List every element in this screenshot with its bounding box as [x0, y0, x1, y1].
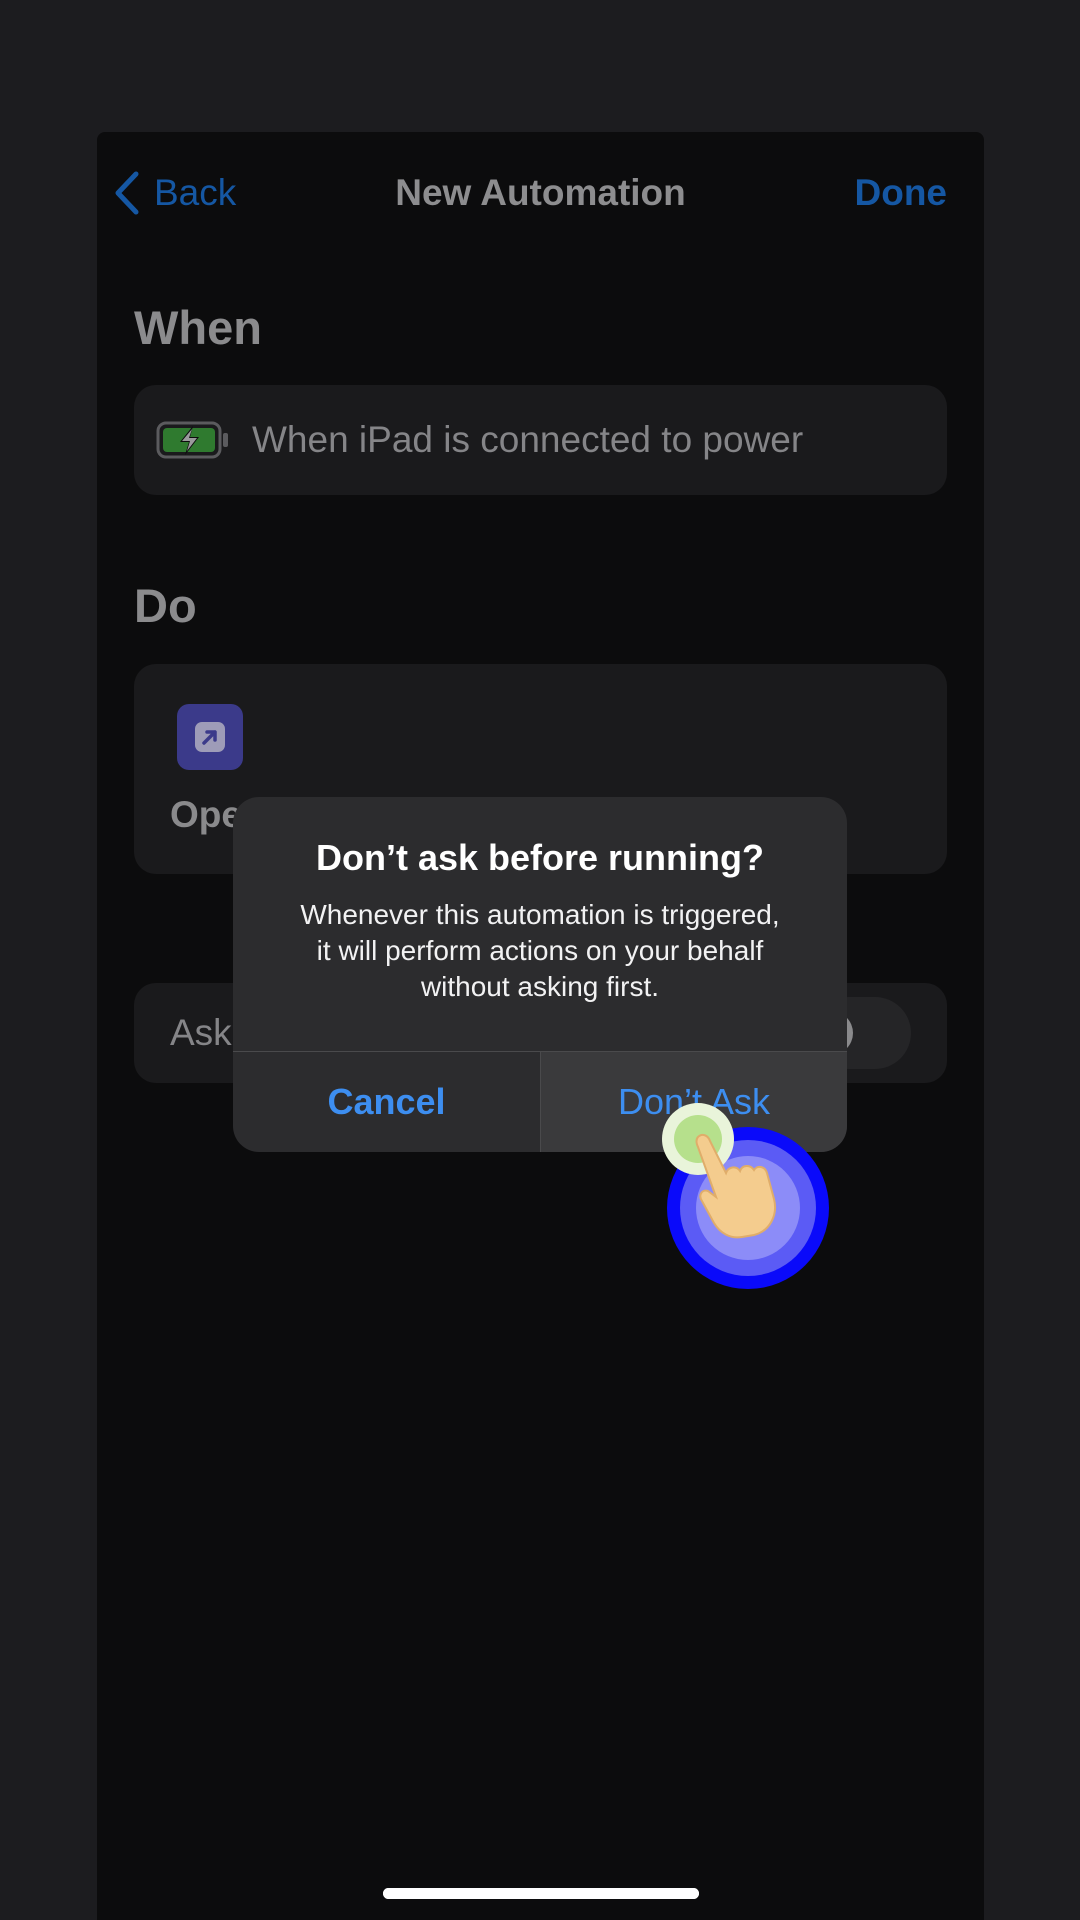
- dialog-message: Whenever this automation is triggered, i…: [263, 897, 817, 1005]
- dialog-title: Don’t ask before running?: [315, 837, 764, 878]
- dialog-message-line: without asking first.: [420, 971, 660, 1002]
- open-app-icon: [177, 704, 243, 770]
- do-heading: Do: [134, 579, 197, 632]
- trigger-label: When iPad is connected to power: [252, 419, 804, 460]
- page-title: New Automation: [395, 172, 686, 213]
- cancel-button[interactable]: Cancel: [233, 1052, 540, 1152]
- screen-background: Back New Automation Done When When iPad …: [0, 0, 1080, 1920]
- battery-charging-icon: [156, 421, 228, 459]
- confirm-dialog: Don’t ask before running? Whenever this …: [233, 797, 847, 1152]
- dialog-message-line: it will perform actions on your behalf: [316, 935, 764, 966]
- action-label: Ope: [170, 794, 242, 835]
- trigger-card[interactable]: When iPad is connected to power: [134, 385, 947, 495]
- ask-label: Ask: [170, 1012, 232, 1053]
- pointing-hand-icon: [662, 1103, 776, 1239]
- home-indicator-bar: [383, 1888, 699, 1899]
- done-button[interactable]: Done: [855, 168, 948, 218]
- when-heading: When: [134, 301, 262, 354]
- dialog-message-line: Whenever this automation is triggered,: [300, 899, 780, 930]
